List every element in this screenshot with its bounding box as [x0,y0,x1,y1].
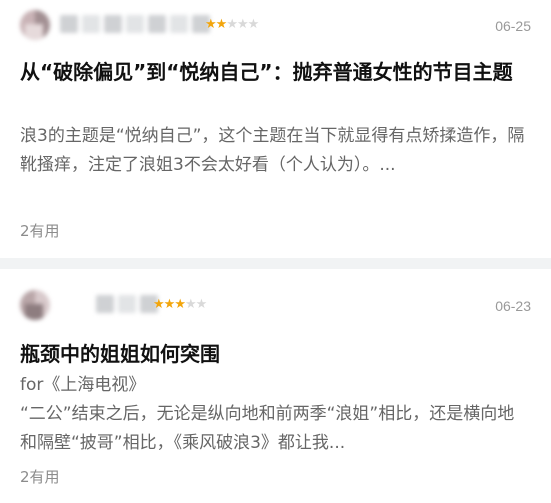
star-icon: ★ [163,297,176,312]
review-meta: ★★★★★ 06-23 [20,280,531,330]
review-list: ★★★★★ 06-25 从“破除偏见”到“悦纳自己”：抛弃普通女性的节目主题 浪… [0,0,551,503]
useful-count[interactable]: 2有用 [20,466,60,487]
review-title[interactable]: 瓶颈中的姐姐如何突围 [20,338,531,371]
review-date: 06-23 [495,298,531,314]
review-excerpt[interactable]: 浪3的主题是“悦纳自己”，这个主题在当下就显得有点矫揉造作，隔靴搔痒，注定了浪姐… [20,122,531,180]
star-icon: ★ [205,17,217,32]
review-excerpt-text: “二公”结束之后，无论是纵向地和前两季“浪姐”相比，还是横向地和隔壁“披哥”相比… [20,404,515,453]
divider [0,258,551,269]
star-icon: ★ [153,297,165,312]
star-icon: ★ [174,297,186,312]
avatar[interactable] [20,290,50,320]
reviewer-name-blurred[interactable] [96,295,158,315]
review-card[interactable]: ★★★★★ 06-23 瓶颈中的姐姐如何突围 for《上海电视》 “二公”结束之… [0,269,551,503]
review-meta: ★★★★★ 06-25 [20,0,531,50]
star-icon: ★ [184,297,197,312]
review-title[interactable]: 从“破除偏见”到“悦纳自己”：抛弃普通女性的节目主题 [20,56,531,89]
star-icon: ★ [226,17,238,32]
star-icon: ★ [247,17,260,32]
star-rating: ★★★★★ [205,16,260,34]
star-icon: ★ [195,297,208,312]
star-rating: ★★★★★ [153,296,208,314]
useful-count[interactable]: 2有用 [20,220,60,241]
review-source: for《上海电视》 [20,375,146,395]
review-date: 06-25 [495,18,531,34]
review-excerpt[interactable]: for《上海电视》 “二公”结束之后，无论是纵向地和前两季“浪姐”相比，还是横向… [20,371,531,458]
star-icon: ★ [215,17,228,32]
reviewer-name-blurred[interactable] [60,15,210,35]
review-card[interactable]: ★★★★★ 06-25 从“破除偏见”到“悦纳自己”：抛弃普通女性的节目主题 浪… [0,0,551,258]
avatar[interactable] [20,10,50,40]
star-icon: ★ [236,17,249,32]
